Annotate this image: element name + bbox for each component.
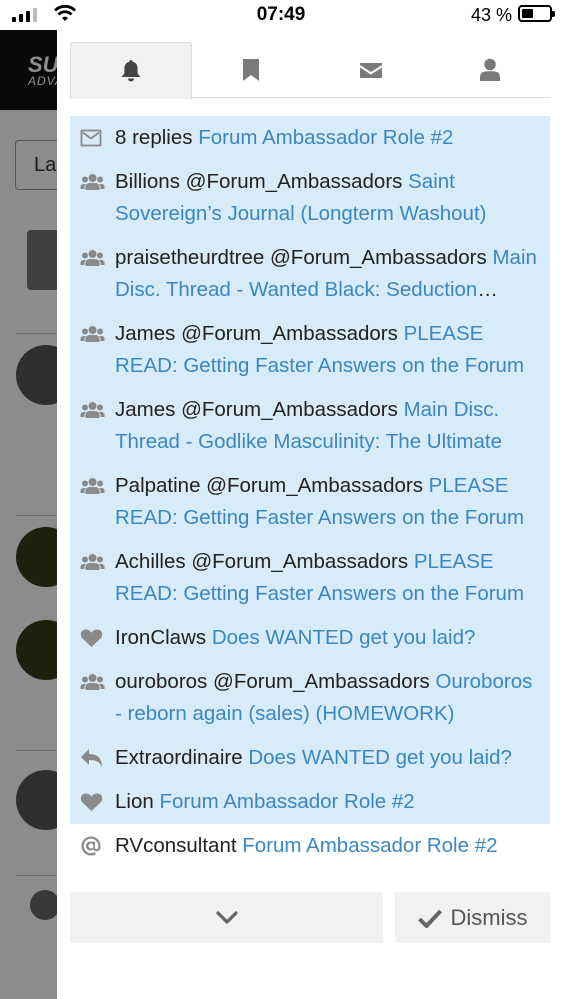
popup-footer: Dismiss: [70, 892, 550, 943]
notification-text: Achilles @Forum_Ambassadors PLEASE READ:…: [115, 546, 538, 610]
chevron-down-icon: [215, 910, 238, 924]
notification-item[interactable]: 8 replies Forum Ambassador Role #2: [70, 116, 550, 160]
group-icon: [80, 470, 115, 502]
notification-user[interactable]: Lion: [115, 790, 154, 813]
checkmark-icon: [417, 909, 442, 928]
notification-item[interactable]: praisetheurdtree @Forum_Ambassadors Main…: [70, 236, 550, 312]
at-icon: [80, 830, 115, 862]
notification-text: James @Forum_Ambassadors Main Disc. Thre…: [115, 394, 538, 458]
group-icon: [80, 546, 115, 578]
tab-account[interactable]: [431, 42, 551, 98]
reply-icon: [80, 742, 115, 774]
notification-user[interactable]: IronClaws: [115, 626, 206, 649]
dismiss-button[interactable]: Dismiss: [395, 892, 550, 943]
notification-text: ouroboros @Forum_Ambassadors Ouroboros -…: [115, 666, 538, 730]
dismiss-label: Dismiss: [450, 904, 528, 930]
notification-user[interactable]: ouroboros @Forum_Ambassadors: [115, 670, 430, 693]
notification-text: IronClaws Does WANTED get you laid?: [115, 622, 538, 654]
notification-text: 8 replies Forum Ambassador Role #2: [115, 122, 538, 154]
group-icon: [80, 318, 115, 350]
battery-percent: 43 %: [470, 5, 512, 25]
notification-user[interactable]: James @Forum_Ambassadors: [115, 398, 398, 421]
notification-thread-link[interactable]: Does WANTED get you laid?: [248, 746, 512, 769]
show-more-button[interactable]: [70, 892, 383, 943]
notification-item[interactable]: Lion Forum Ambassador Role #2: [70, 780, 550, 824]
popup-tabs: [70, 42, 551, 99]
notification-text: James @Forum_Ambassadors PLEASE READ: Ge…: [115, 318, 538, 382]
bookmark-icon: [243, 59, 260, 81]
notification-thread-link[interactable]: Forum Ambassador Role #2: [242, 834, 497, 857]
notification-text: Billions @Forum_Ambassadors Saint Sovere…: [115, 166, 538, 230]
envelope-icon: [359, 63, 382, 78]
bell-icon: [121, 60, 141, 82]
notification-user[interactable]: Palpatine @Forum_Ambassadors: [115, 474, 423, 497]
notification-item[interactable]: James @Forum_Ambassadors Main Disc. Thre…: [70, 388, 550, 464]
notification-thread-link[interactable]: Forum Ambassador Role #2: [198, 126, 453, 149]
notification-item[interactable]: Billions @Forum_Ambassadors Saint Sovere…: [70, 160, 550, 236]
tab-bookmarks[interactable]: [192, 42, 312, 98]
notification-user[interactable]: Achilles @Forum_Ambassadors: [115, 550, 408, 573]
notification-thread-link[interactable]: Forum Ambassador Role #2: [159, 790, 414, 813]
heart-icon: [80, 786, 115, 818]
notification-text: Lion Forum Ambassador Role #2: [115, 786, 538, 818]
group-icon: [80, 242, 115, 274]
notification-text: RVconsultant Forum Ambassador Role #2: [115, 830, 538, 862]
group-icon: [80, 166, 115, 198]
alerts-popup: 8 replies Forum Ambassador Role #2 Billio…: [57, 30, 562, 999]
envelope-icon: [80, 122, 115, 154]
notification-user[interactable]: Extraordinaire: [115, 746, 243, 769]
alert-list: 8 replies Forum Ambassador Role #2 Billio…: [70, 116, 550, 868]
heart-icon: [80, 622, 115, 654]
notification-text: Palpatine @Forum_Ambassadors PLEASE READ…: [115, 470, 538, 534]
notification-item[interactable]: Palpatine @Forum_Ambassadors PLEASE READ…: [70, 464, 550, 540]
notification-item[interactable]: RVconsultant Forum Ambassador Role #2: [70, 824, 550, 868]
notification-item[interactable]: IronClaws Does WANTED get you laid?: [70, 616, 550, 660]
notification-user[interactable]: Billions @Forum_Ambassadors: [115, 170, 402, 193]
tab-alerts[interactable]: [70, 42, 192, 99]
user-icon: [480, 58, 501, 81]
notification-item[interactable]: James @Forum_Ambassadors PLEASE READ: Ge…: [70, 312, 550, 388]
group-icon: [80, 666, 115, 698]
notification-text: praisetheurdtree @Forum_Ambassadors Main…: [115, 242, 538, 306]
group-icon: [80, 394, 115, 426]
notification-user[interactable]: 8 replies: [115, 126, 193, 149]
notification-user[interactable]: praisetheurdtree @Forum_Ambassadors: [115, 246, 487, 269]
notification-user[interactable]: RVconsultant: [115, 834, 237, 857]
notification-item[interactable]: Extraordinaire Does WANTED get you laid?: [70, 736, 550, 780]
notification-item[interactable]: Achilles @Forum_Ambassadors PLEASE READ:…: [70, 540, 550, 616]
notification-item[interactable]: ouroboros @Forum_Ambassadors Ouroboros -…: [70, 660, 550, 736]
notification-text: Extraordinaire Does WANTED get you laid?: [115, 742, 538, 774]
notification-user[interactable]: James @Forum_Ambassadors: [115, 322, 398, 345]
tab-conversations[interactable]: [311, 42, 431, 98]
notification-thread-link[interactable]: Does WANTED get you laid?: [212, 626, 476, 649]
status-bar: 07:49 43 %: [0, 0, 562, 30]
battery-icon: [518, 5, 555, 22]
